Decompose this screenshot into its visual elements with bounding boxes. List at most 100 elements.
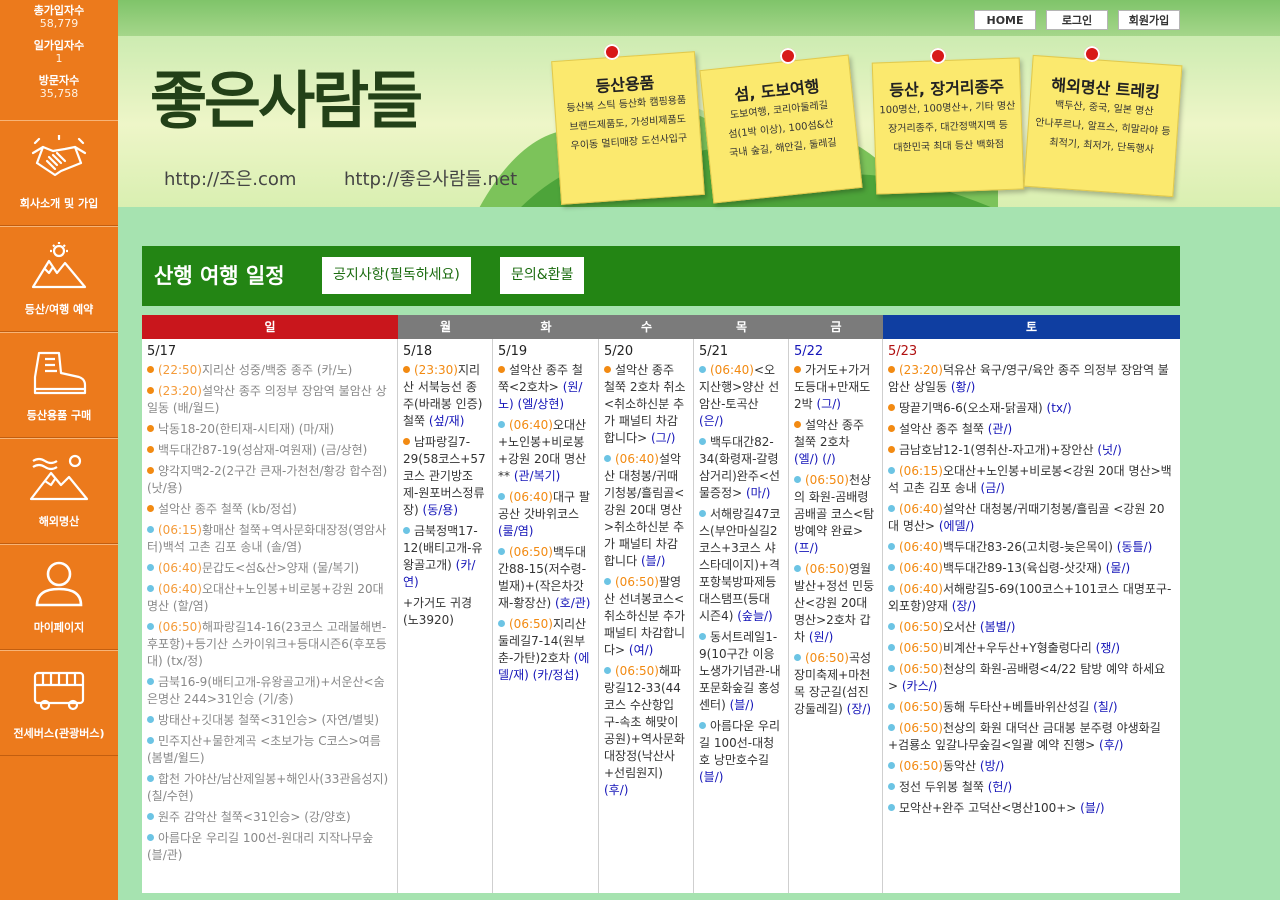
- signup-button[interactable]: 회원가입: [1118, 10, 1180, 30]
- trip-title: 비계산+우두산+Y형출렁다리: [942, 641, 1096, 655]
- inquiry-refund-button[interactable]: 문의&환불: [500, 257, 585, 294]
- note-island-walk[interactable]: 섬, 도보여행 도보여행, 코리아둘레길 섬(1박 이상), 100섬&산 국내…: [699, 54, 863, 204]
- schedule-item[interactable]: (06:50)비계산+우두산+Y형출렁다리 (쟁/): [888, 640, 1175, 657]
- menu-my-page[interactable]: 마이페이지: [0, 544, 118, 650]
- schedule-item[interactable]: (06:40)설악산 대청봉/귀때기청봉/흘림골 <강원 20대 명산> (에델…: [888, 501, 1175, 535]
- schedule-item[interactable]: (06:50)동악산 (방/): [888, 758, 1175, 775]
- departure-time: (23:20): [899, 363, 943, 377]
- schedule-item[interactable]: (23:20)덕유산 육구/영구/육안 종주 의정부 장암역 불암산 상일동 (…: [888, 362, 1175, 396]
- home-button[interactable]: HOME: [974, 10, 1036, 30]
- schedule-item[interactable]: (23:20)설악산 종주 의정부 장암역 불암산 상일동 (배/월드): [147, 383, 392, 417]
- schedule-item[interactable]: (23:30)지리산 서북능선 종주(바래봉 인증) 철쭉 (섶/재): [403, 362, 487, 430]
- trip-title: 원주 감악산 철쭉<31인승>: [158, 810, 305, 824]
- schedule-item[interactable]: 금북정맥17-12(배티고개-유왕골고개) (카/연): [403, 523, 487, 591]
- schedule-item[interactable]: (06:50)영월 발산+정선 민둥산<강원 20대 명산>2호차 갑차 (원/…: [794, 561, 877, 646]
- guide-tag: (방/): [979, 759, 1005, 773]
- url-1[interactable]: http://조은.com: [164, 165, 296, 191]
- schedule-item[interactable]: (06:40)설악산 대청봉/귀때기청봉/흘림골<강원 20대 명산>취소하신분…: [604, 451, 688, 570]
- guide-tag: (엘/) (/): [794, 452, 836, 466]
- guide-tag: (배/월드): [172, 401, 220, 415]
- bullet-dot-icon: [604, 366, 611, 373]
- menu-company-intro[interactable]: 회사소개 및 가입: [0, 120, 118, 226]
- guide-tag: (낫/용): [147, 481, 183, 495]
- schedule-item[interactable]: (06:50)팔영산 선녀봉코스<취소하신분 추가 패널티 차감합니다> (여/…: [604, 574, 688, 659]
- guide-tag: (블/): [729, 698, 755, 712]
- schedule-item[interactable]: (06:40)서해랑길5-69(100코스+101코스 대명포구-외포항)양재 …: [888, 581, 1175, 615]
- schedule-item[interactable]: 낙동18-20(한티재-시티재) (마/재): [147, 421, 392, 438]
- schedule-item[interactable]: (22:50)지리산 성중/백중 종주 (카/노): [147, 362, 392, 379]
- login-button[interactable]: 로그인: [1046, 10, 1108, 30]
- schedule-item[interactable]: 아름다운 우리길 100선-대청호 낭만호수길 (블/): [699, 718, 783, 786]
- bullet-dot-icon: [604, 667, 611, 674]
- schedule-item[interactable]: 원주 감악산 철쭉<31인승> (강/양호): [147, 809, 392, 826]
- schedule-item[interactable]: (06:50)동해 두타산+베틀바위산성길 (칠/): [888, 699, 1175, 716]
- schedule-item[interactable]: 아름다운 우리길 100선-원대리 지작나무숲 (블/관): [147, 830, 392, 864]
- trip-title: 정선 두위봉 철쭉: [899, 780, 988, 794]
- schedule-item[interactable]: (06:40)백두대간89-13(육십령-삿갓재) (물/): [888, 560, 1175, 577]
- schedule-item[interactable]: 설악산 종주 철쭉<2호차> (원/노) (엘/상현): [498, 362, 593, 413]
- schedule-item[interactable]: 서해랑길47코스(부안마실길2코스+3코스 샤스타데이지)+격포항북방파제등대스…: [699, 506, 783, 625]
- schedule-item[interactable]: (06:15)오대산+노인봉+비로봉<강원 20대 명산>백석 고촌 김포 송내…: [888, 463, 1175, 497]
- guide-tag: (룰/염): [498, 524, 534, 538]
- schedule-item[interactable]: 설악산 종주 철쭉 (관/): [888, 421, 1175, 438]
- schedule-item[interactable]: (06:40)<오지산행>양산 선암산-토곡산 (은/): [699, 362, 783, 430]
- note-overseas-trekking[interactable]: 해외명산 트레킹 백두산, 중국, 일본 명산 안나푸르나, 알프스, 히말라야…: [1023, 54, 1183, 198]
- bullet-dot-icon: [147, 813, 154, 820]
- bullet-dot-icon: [888, 543, 895, 550]
- day-column-sat: 5/23 (23:20)덕유산 육구/영구/육안 종주 의정부 장암역 불암산 상…: [883, 339, 1180, 893]
- menu-charter-bus[interactable]: 전세버스(관광버스): [0, 650, 118, 756]
- schedule-item[interactable]: 정선 두위봉 철쭉 (헌/): [888, 779, 1175, 796]
- schedule-item[interactable]: (06:50)해파랑길12-33(44코스 수산항입구-속초 해맞이공원)+역사…: [604, 663, 688, 799]
- schedule-item[interactable]: (06:15)황매산 철쭉+역사문화대장정(영암사터)백석 고촌 김포 송내 (…: [147, 522, 392, 556]
- bullet-dot-icon: [604, 455, 611, 462]
- guide-tag: (칠/수현): [147, 789, 194, 803]
- trip-title: 방태산+깃대봉 철쭉<31인승>: [158, 713, 322, 727]
- schedule-item[interactable]: 설악산 종주 철쭉 2호차 (엘/) (/): [794, 417, 877, 468]
- schedule-item[interactable]: (06:50)천상의 화원-곰배령 곰배골 코스<탐방예약 완료> (프/): [794, 472, 877, 557]
- site-logo[interactable]: 좋은사람들: [150, 50, 423, 140]
- schedule-item[interactable]: (06:40)백두대간83-26(고치령-늦은목이) (동틀/): [888, 539, 1175, 556]
- schedule-item[interactable]: 민주지산+물한계곡 <초보가능 C코스>여름 (봄별/윌드): [147, 733, 392, 767]
- schedule-item[interactable]: 백두대간82-34(화령재-갈령삼거리)완주<선물증정> (마/): [699, 434, 783, 502]
- schedule-item[interactable]: (06:50)백두대간88-15(저수령-벌재)+(작은차갓재-황장산) (호/…: [498, 544, 593, 612]
- url-2[interactable]: http://좋은사람들.net: [344, 165, 517, 191]
- schedule-item[interactable]: 금북16-9(배티고개-유왕골고개)+서운산<숨은명산 244>31인승 (기/…: [147, 674, 392, 708]
- schedule-item[interactable]: (06:50)오서산 (봄별/): [888, 619, 1175, 636]
- schedule-item[interactable]: 모악산+완주 고덕산<명산100+> (블/): [888, 800, 1175, 817]
- note-gear[interactable]: 등산용품 등산복 스틱 등산화 캠핑용품 브랜드제품도, 가성비제품도 우이동 …: [551, 51, 705, 205]
- schedule-item[interactable]: (06:40)오대산+노인봉+비로봉+강원 20대 명산 ** (관/복기): [498, 417, 593, 485]
- bullet-dot-icon: [888, 404, 895, 411]
- schedule-item[interactable]: (06:50)천상의 화원-곰배령<4/22 탐방 예약 하세요> (카스/): [888, 661, 1175, 695]
- guide-tag: (헌/): [987, 780, 1013, 794]
- day-column-mon: 5/18 (23:30)지리산 서북능선 종주(바래봉 인증) 철쭉 (섶/재) 남…: [398, 339, 493, 893]
- schedule-item[interactable]: +가거도 귀경(노3920): [403, 595, 487, 629]
- schedule-item[interactable]: 남파랑길7-29(58코스+57코스 관기방조제-원포버스정류장) (동/용): [403, 434, 487, 519]
- schedule-item[interactable]: 동서트레일1-9(10구간 이응노생가기념관-내포문화숲길 홍성센터) (블/): [699, 629, 783, 714]
- menu-gear-shop[interactable]: 등산용품 구매: [0, 332, 118, 438]
- menu-overseas-mountains[interactable]: 해외명산: [0, 438, 118, 544]
- schedule-item[interactable]: (06:40)문갑도<섬&산>양재 (물/복기): [147, 560, 392, 577]
- schedule-item[interactable]: 백두대간87-19(성삼재-여원재) (금/상현): [147, 442, 392, 459]
- trip-title: 아름다운 우리길 100선-대청호 낭만호수길: [699, 719, 781, 767]
- note-long-hike[interactable]: 등산, 장거리종주 100명산, 100명산+, 기타 명산 장거리종주, 대간…: [871, 57, 1025, 195]
- schedule-item[interactable]: (06:40)오대산+노인봉+비로봉+강원 20대 명산 (할/염): [147, 581, 392, 615]
- schedule-item[interactable]: (06:40)대구 팔공산 갓바위코스 (룰/염): [498, 489, 593, 540]
- schedule-item[interactable]: (06:50)곡성 장미축제+마천목 장군길(섬진강둘레길) (장/): [794, 650, 877, 718]
- schedule-item[interactable]: 방태산+깃대봉 철쭉<31인승> (자연/별빛): [147, 712, 392, 729]
- schedule-item[interactable]: 땅끝기맥6-6(오소재-닭골재) (tx/): [888, 400, 1175, 417]
- schedule-item[interactable]: 합천 가야산/남산제일봉+해인사(33관음성지) (칠/수현): [147, 771, 392, 805]
- trip-title: 설악산 종주 철쭉 2호차: [794, 418, 865, 449]
- day-date: 5/22: [794, 344, 824, 359]
- menu-hiking-reservation[interactable]: 등산/여행 예약: [0, 226, 118, 332]
- schedule-item[interactable]: 양각지맥2-2(2구간 큰재-가천천/황강 합수점) (낫/용): [147, 463, 392, 497]
- schedule-item[interactable]: 금남호남12-1(영취산-자고개)+장안산 (넛/): [888, 442, 1175, 459]
- guide-tag: (카스/): [901, 679, 938, 693]
- schedule-item[interactable]: (06:50)천상의 화원 대덕산 금대봉 분주령 야생화길+검룡소 잎갈나무숲…: [888, 720, 1175, 754]
- schedule-item[interactable]: 설악산 종주 철쭉 2호차 취소<취소하신분 추가 패널티 차감합니다> (그/…: [604, 362, 688, 447]
- schedule-item[interactable]: (06:50)해파랑길14-16(23코스 고래불해변-후포항)+등기산 스카이…: [147, 619, 392, 670]
- guide-tag: (쟁/): [1095, 641, 1121, 655]
- notice-button[interactable]: 공지사항(필독하세요): [322, 257, 471, 294]
- schedule-item[interactable]: 가거도+가거도등대+만재도 2박 (그/): [794, 362, 877, 413]
- schedule-item[interactable]: 설악산 종주 철쭉 (kb/정섭): [147, 501, 392, 518]
- schedule-item[interactable]: (06:50)지리산 둘레길7-14(원부춘-가탄)2호차 (에델/재) (카/…: [498, 616, 593, 684]
